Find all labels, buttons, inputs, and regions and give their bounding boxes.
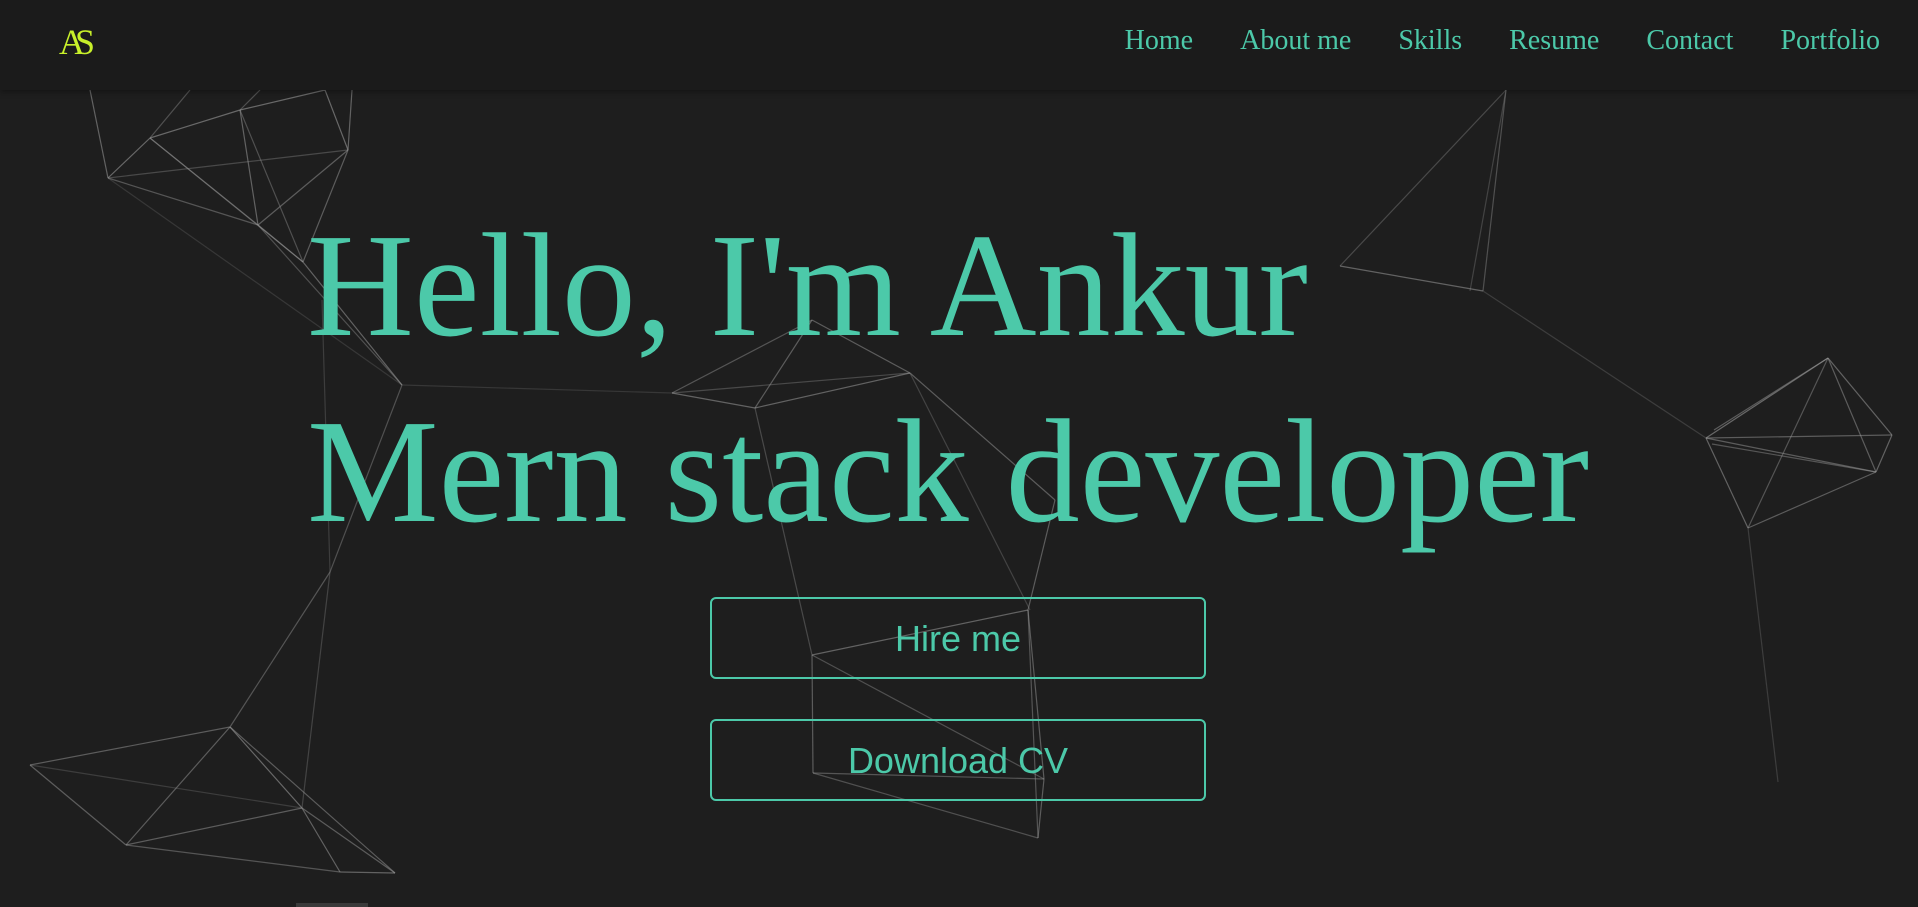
- hire-me-button[interactable]: Hire me: [710, 597, 1206, 679]
- nav-link-home[interactable]: Home: [1125, 25, 1193, 57]
- hero-section: Hello, I'm Ankur Mern stack developer Hi…: [0, 0, 1918, 907]
- nav-link-contact[interactable]: Contact: [1646, 25, 1733, 57]
- hero-greeting: Hello, I'm Ankur: [307, 204, 1308, 368]
- portfolio-page: AS Home About me Skills Resume Contact P…: [0, 0, 1918, 907]
- nav-link-resume[interactable]: Resume: [1509, 25, 1599, 57]
- download-cv-button[interactable]: Download CV: [710, 719, 1206, 801]
- nav-link-portfolio[interactable]: Portfolio: [1780, 25, 1880, 57]
- main-navigation: Home About me Skills Resume Contact Port…: [1125, 0, 1880, 82]
- hero-role: Mern stack developer: [307, 390, 1590, 554]
- nav-link-about-me[interactable]: About me: [1240, 25, 1351, 57]
- brand-logo[interactable]: AS: [32, 10, 112, 74]
- scroll-indicator: [296, 903, 368, 907]
- top-navbar: AS Home About me Skills Resume Contact P…: [0, 0, 1918, 90]
- nav-link-skills[interactable]: Skills: [1398, 25, 1462, 57]
